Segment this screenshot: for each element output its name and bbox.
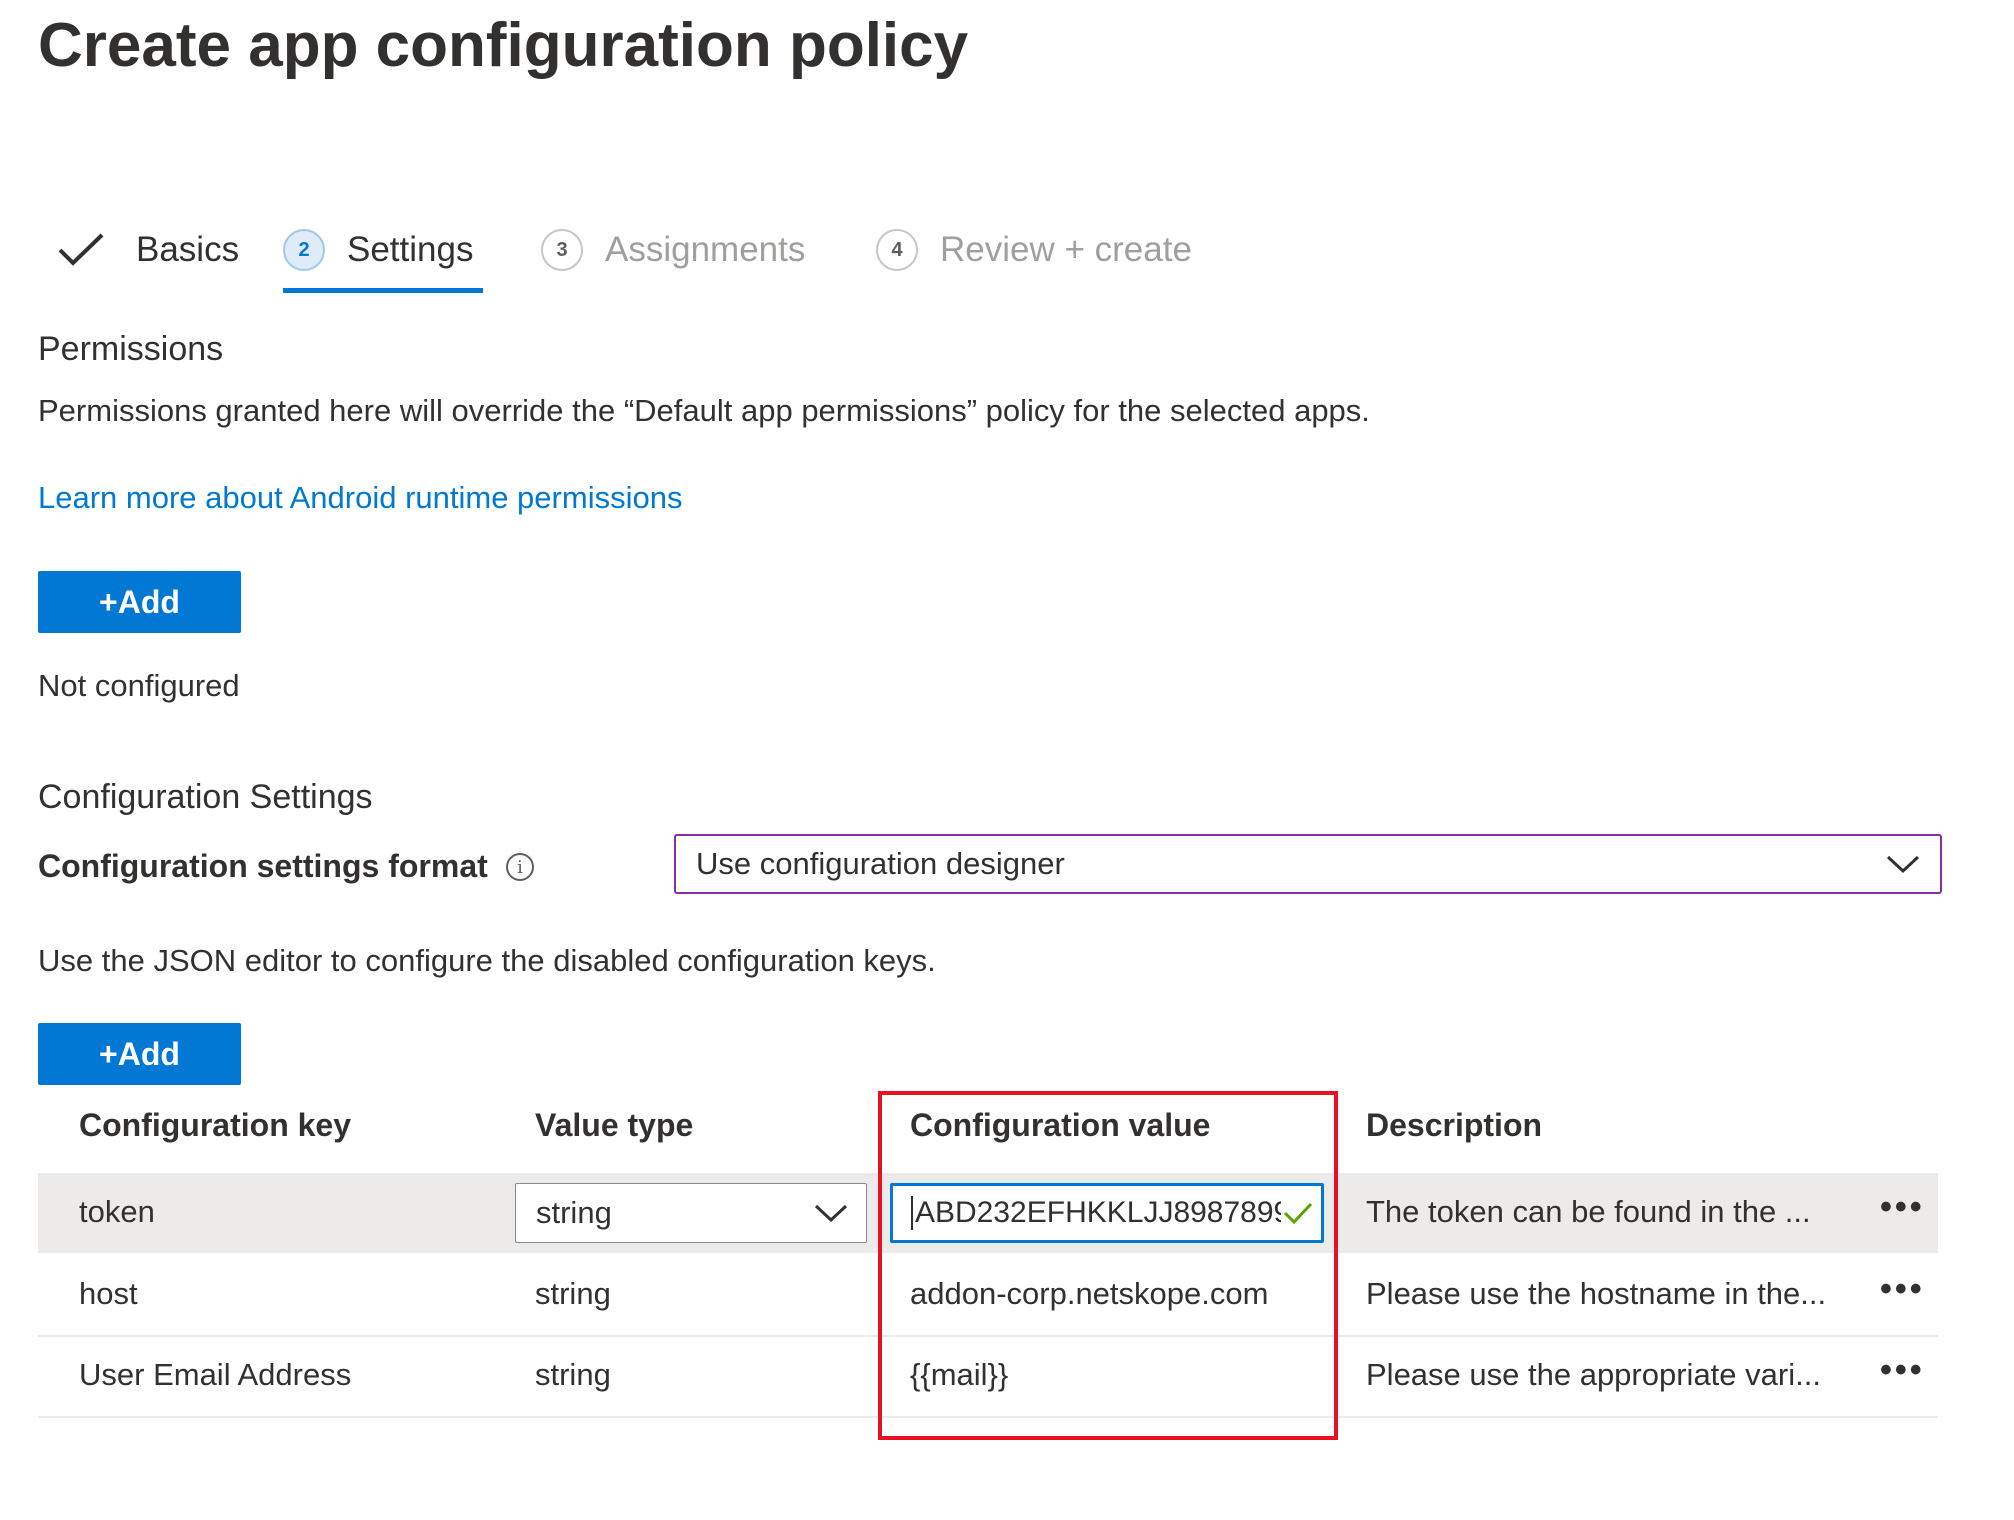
step-number: 4 xyxy=(876,229,918,271)
add-configuration-button[interactable]: +Add xyxy=(38,1023,241,1085)
column-header-key: Configuration key xyxy=(79,1107,352,1143)
step-label: Assignments xyxy=(605,230,806,269)
row-description: Please use the hostname in the... xyxy=(1366,1276,1827,1311)
format-label: Configuration settings format xyxy=(38,848,488,884)
active-step-indicator xyxy=(283,288,483,293)
step-number: 3 xyxy=(541,229,583,271)
row-value-type: string xyxy=(535,1276,611,1311)
configuration-heading: Configuration Settings xyxy=(38,778,373,816)
more-options-icon[interactable]: ••• xyxy=(1880,1188,1925,1227)
info-icon[interactable]: i xyxy=(506,853,534,881)
page-title: Create app configuration policy xyxy=(38,11,969,80)
chevron-down-icon xyxy=(814,1203,848,1223)
step-label: Review + create xyxy=(940,230,1192,269)
permissions-description: Permissions granted here will override t… xyxy=(38,393,1370,428)
step-review-create[interactable]: 4 Review + create xyxy=(876,220,1192,280)
column-header-value-type: Value type xyxy=(535,1107,694,1143)
step-settings[interactable]: 2 Settings xyxy=(283,220,473,280)
format-dropdown[interactable]: Use configuration designer xyxy=(674,834,1942,894)
add-permission-button[interactable]: +Add xyxy=(38,571,241,633)
checkmark-icon xyxy=(56,230,106,270)
row-config-value: {{mail}} xyxy=(910,1357,1009,1392)
step-label: Settings xyxy=(347,230,474,269)
row-divider xyxy=(38,1416,1938,1418)
row-key: token xyxy=(79,1194,155,1229)
row-description: Please use the appropriate vari... xyxy=(1366,1357,1821,1392)
column-header-config-value: Configuration value xyxy=(910,1107,1211,1143)
row-key: host xyxy=(79,1276,138,1311)
checkmark-icon xyxy=(1283,1201,1313,1225)
row-divider xyxy=(38,1335,1938,1337)
step-basics[interactable]: Basics xyxy=(56,220,239,280)
format-dropdown-value: Use configuration designer xyxy=(696,846,1065,881)
step-number: 2 xyxy=(283,229,325,271)
more-options-icon[interactable]: ••• xyxy=(1880,1351,1925,1390)
value-type-dropdown[interactable]: string xyxy=(515,1183,867,1243)
more-options-icon[interactable]: ••• xyxy=(1880,1270,1925,1309)
row-description: The token can be found in the ... xyxy=(1366,1194,1811,1229)
column-header-description: Description xyxy=(1366,1107,1543,1143)
chevron-down-icon xyxy=(1886,854,1920,874)
config-value-text: ABD232EFHKKLJJ8987899 xyxy=(911,1196,1281,1230)
row-config-value: addon-corp.netskope.com xyxy=(910,1276,1269,1311)
value-type-dropdown-value: string xyxy=(536,1195,612,1230)
json-editor-note: Use the JSON editor to configure the dis… xyxy=(38,943,936,978)
row-value-type: string xyxy=(535,1357,611,1392)
config-value-input[interactable]: ABD232EFHKKLJJ8987899 xyxy=(890,1183,1324,1243)
learn-more-link[interactable]: Learn more about Android runtime permiss… xyxy=(38,480,682,516)
step-label: Basics xyxy=(136,230,240,269)
row-key: User Email Address xyxy=(79,1357,352,1392)
permissions-status: Not configured xyxy=(38,668,240,703)
step-assignments[interactable]: 3 Assignments xyxy=(541,220,805,280)
permissions-heading: Permissions xyxy=(38,330,224,368)
